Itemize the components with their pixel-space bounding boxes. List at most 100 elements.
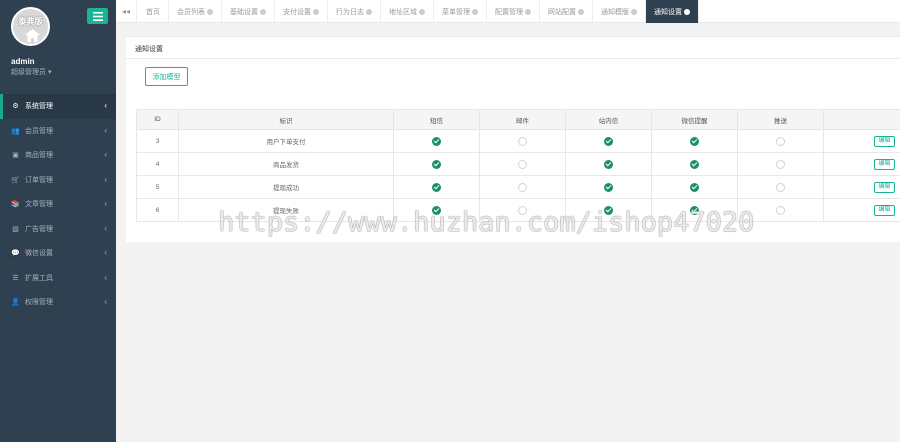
tab-label: 菜单管理	[442, 8, 470, 16]
table-header-row: ID 标识 短信 邮件 站内信 微信提醒 推送	[136, 109, 900, 130]
tab-label: 通知模版	[601, 8, 629, 16]
tab-bar: ◂◂ 首页 会员列表 基础设置 支付设置 行为日志 地址区域 菜单管理 配置管理 网站配置 通知模…	[116, 0, 900, 23]
row-id: 4	[136, 152, 179, 176]
sidebar-item-5[interactable]: ▧ 广告管理 ‹	[0, 217, 116, 242]
edit-button[interactable]: 编辑	[874, 158, 895, 170]
double-chevron-left-icon: ◂◂	[121, 7, 131, 16]
tab-0[interactable]: 首页	[138, 0, 169, 23]
tab-7[interactable]: 配置管理	[487, 0, 540, 23]
cell-wechat	[651, 129, 738, 153]
table-row: 4 商品发货 编辑	[136, 152, 900, 176]
check-circle-icon[interactable]	[690, 159, 699, 169]
cell-push	[737, 129, 824, 153]
tab-5[interactable]: 地址区域	[381, 0, 434, 23]
sidebar-item-6[interactable]: 💬 微信设置 ‹	[0, 241, 116, 266]
cell-push	[737, 152, 824, 176]
gear-icon: ⚙	[12, 103, 19, 111]
chevron-left-icon: ‹	[104, 101, 107, 110]
cell-inbox	[565, 175, 652, 199]
close-icon[interactable]	[578, 8, 584, 15]
house-icon	[25, 29, 40, 42]
sidebar-item-8[interactable]: 👤 权限管理 ‹	[0, 290, 116, 315]
tab-2[interactable]: 基础设置	[222, 0, 275, 23]
close-icon[interactable]	[525, 8, 531, 15]
tab-label: 支付设置	[283, 8, 311, 16]
sidebar-item-label: 广告管理	[25, 225, 53, 233]
cell-action: 编辑	[823, 175, 900, 199]
cell-inbox	[565, 152, 652, 176]
sidebar-item-4[interactable]: 📚 文章管理 ‹	[0, 192, 116, 217]
user-role-label: 超级管理员	[11, 69, 46, 76]
empty-circle-icon[interactable]	[518, 136, 527, 146]
chevron-left-icon: ‹	[104, 272, 107, 282]
check-circle-icon[interactable]	[604, 159, 613, 169]
close-icon[interactable]	[207, 8, 213, 15]
sidebar-item-0[interactable]: ⚙ 系统管理 ‹	[0, 94, 116, 119]
sidebar-item-label: 会员管理	[25, 127, 53, 135]
menu-icon	[92, 11, 103, 21]
check-circle-icon[interactable]	[432, 182, 441, 192]
check-circle-icon[interactable]	[604, 136, 613, 146]
sidebar-item-label: 权限管理	[25, 299, 53, 307]
sidebar-item-2[interactable]: ▣ 商品管理 ‹	[0, 143, 116, 168]
table-row: 5 提现成功 编辑	[136, 175, 900, 199]
users-icon: 👥	[11, 127, 20, 135]
cell-action: 编辑	[823, 152, 900, 176]
add-model-button[interactable]: 添加模型	[145, 67, 188, 86]
empty-circle-icon[interactable]	[518, 159, 527, 169]
tab-3[interactable]: 支付设置	[275, 0, 328, 23]
cell-sms	[393, 152, 480, 176]
column-header: 标识	[178, 109, 394, 130]
sidebar-item-label: 订单管理	[25, 176, 53, 184]
close-icon[interactable]	[366, 8, 372, 15]
cell-sms	[393, 175, 480, 199]
chevron-left-icon: ‹	[104, 297, 107, 306]
sidebar-item-3[interactable]: 🛒 订单管理 ‹	[0, 168, 116, 193]
tab-label: 配置管理	[495, 8, 523, 16]
list-icon: ☰	[12, 274, 19, 282]
tab-8[interactable]: 网站配置	[540, 0, 593, 23]
close-icon[interactable]	[419, 8, 425, 15]
empty-circle-icon[interactable]	[776, 136, 785, 146]
close-icon[interactable]	[684, 8, 690, 15]
avatar[interactable]: 泰典版	[11, 7, 50, 46]
user-role-dropdown[interactable]: 超级管理员 ▾	[11, 67, 51, 77]
empty-circle-icon[interactable]	[518, 182, 527, 192]
empty-circle-icon[interactable]	[776, 182, 785, 192]
column-header: 微信提醒	[651, 109, 738, 130]
empty-circle-icon[interactable]	[776, 159, 785, 169]
tab-4[interactable]: 行为日志	[328, 0, 381, 23]
sidebar-item-7[interactable]: ☰ 扩展工具 ‹	[0, 266, 116, 291]
book-icon: 📚	[11, 201, 20, 209]
check-circle-icon[interactable]	[690, 136, 699, 146]
tab-1[interactable]: 会员列表	[169, 0, 222, 23]
check-circle-icon[interactable]	[690, 182, 699, 192]
close-icon[interactable]	[472, 8, 478, 15]
tab-label: 首页	[146, 8, 160, 16]
cart-icon: 🛒	[11, 176, 20, 184]
chevron-left-icon: ‹	[104, 248, 107, 257]
edit-button[interactable]: 编辑	[874, 181, 895, 193]
sidebar-item-1[interactable]: 👥 会员管理 ‹	[0, 119, 116, 144]
column-header	[823, 109, 900, 130]
check-circle-icon[interactable]	[604, 182, 613, 192]
check-circle-icon[interactable]	[432, 159, 441, 169]
sidebar-toggle-button[interactable]	[87, 8, 108, 24]
row-name: 商品发货	[178, 152, 394, 176]
cell-wechat	[651, 152, 738, 176]
row-id: 6	[136, 198, 179, 222]
tab-scroll-left-button[interactable]: ◂◂	[116, 0, 137, 23]
tab-10[interactable]: 通知设置	[646, 0, 699, 23]
tab-9[interactable]: 通知模版	[593, 0, 646, 23]
tab-6[interactable]: 菜单管理	[434, 0, 487, 23]
check-circle-icon[interactable]	[432, 136, 441, 146]
edit-button[interactable]: 编辑	[874, 204, 895, 216]
edit-button[interactable]: 编辑	[874, 135, 895, 147]
column-header: ID	[136, 109, 179, 130]
close-icon[interactable]	[313, 8, 319, 15]
column-header: 短信	[393, 109, 480, 130]
empty-circle-icon[interactable]	[776, 205, 785, 215]
close-icon[interactable]	[631, 8, 637, 15]
cell-email	[479, 129, 566, 153]
close-icon[interactable]	[260, 8, 266, 15]
